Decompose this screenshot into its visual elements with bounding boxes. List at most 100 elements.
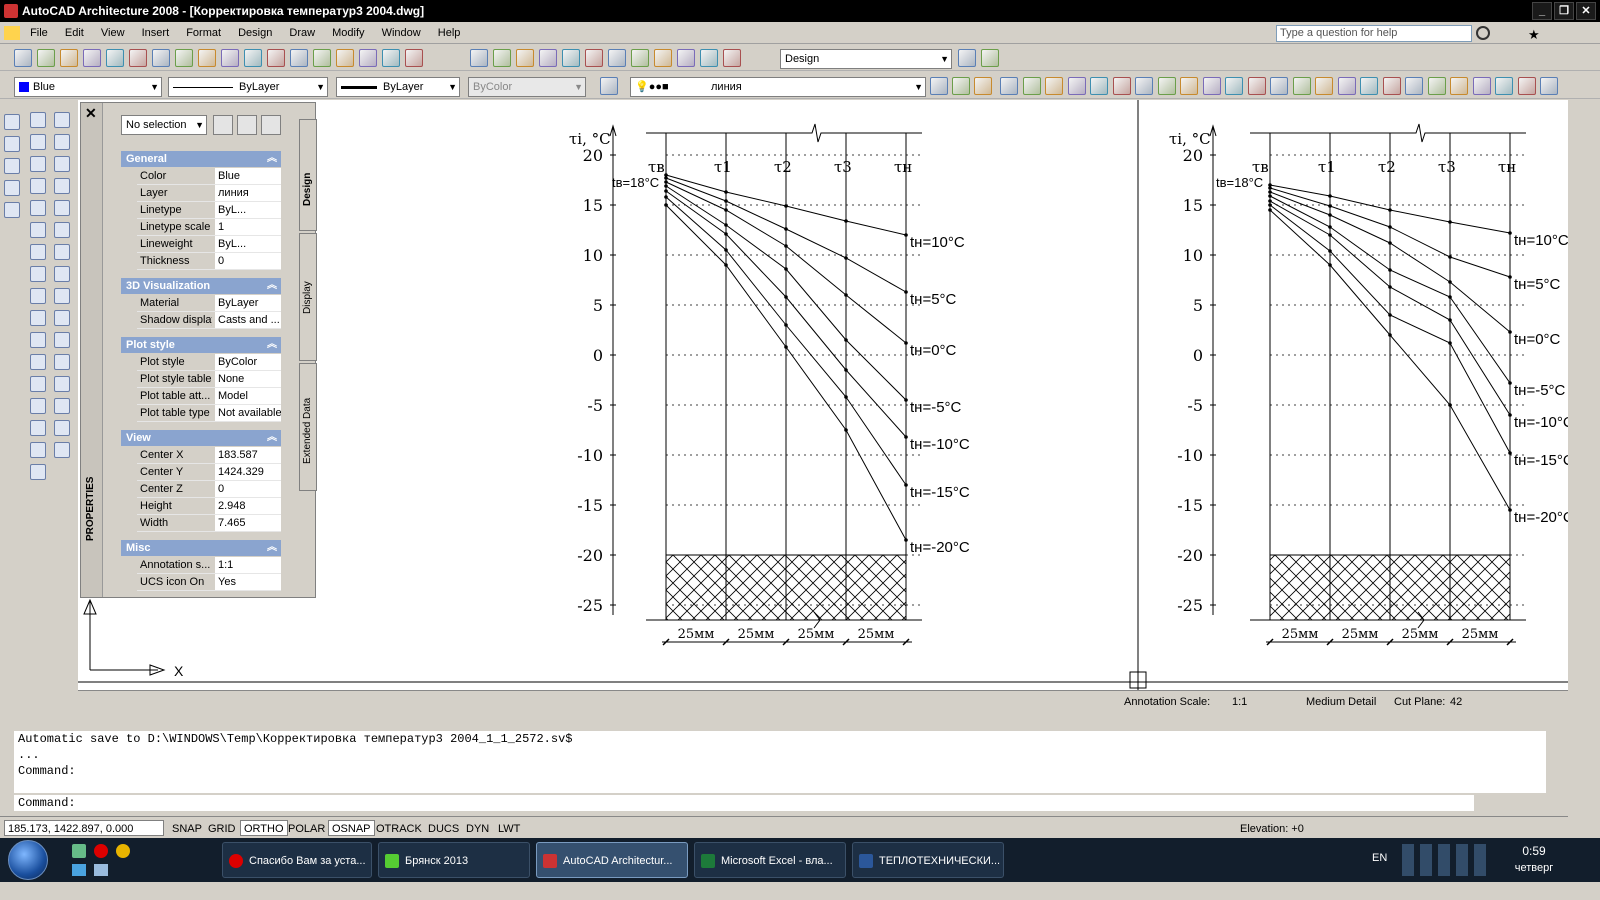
- toolbar-tool-icon[interactable]: [313, 49, 331, 67]
- draw-tool-icon[interactable]: [30, 156, 46, 172]
- layer-tool-icon[interactable]: [952, 77, 970, 95]
- quick-select-icon[interactable]: [213, 115, 233, 135]
- dimension-tool-icon[interactable]: [1112, 77, 1131, 95]
- toolbar-tool-icon[interactable]: [585, 49, 603, 67]
- modify-tool-icon[interactable]: [54, 178, 70, 194]
- toolbar-tool-icon[interactable]: [290, 49, 308, 67]
- desktop-icon[interactable]: [72, 864, 86, 876]
- snap-toggle[interactable]: SNAP: [168, 820, 206, 836]
- tab-extended-data[interactable]: Extended Data: [299, 363, 317, 491]
- toolbar-tool-icon[interactable]: [106, 49, 124, 67]
- toolbar-tool-icon[interactable]: [60, 49, 78, 67]
- dimension-tool-icon[interactable]: [1247, 77, 1266, 95]
- lwt-toggle[interactable]: LWT: [494, 820, 524, 836]
- toolbar-tool-icon[interactable]: [359, 49, 377, 67]
- annotation-scale-value[interactable]: 1:1: [1232, 696, 1247, 708]
- property-value[interactable]: 2.948: [215, 498, 281, 514]
- modify-tool-icon[interactable]: [54, 376, 70, 392]
- dimension-tool-icon[interactable]: [1450, 77, 1468, 95]
- menu-window[interactable]: Window: [375, 22, 428, 44]
- dyn-toggle[interactable]: DYN: [462, 820, 493, 836]
- property-row[interactable]: Color Blue: [137, 168, 281, 185]
- menu-draw[interactable]: Draw: [282, 22, 322, 44]
- linetype-select[interactable]: ByLayer ▼: [168, 77, 328, 97]
- tab-design[interactable]: Design: [299, 119, 317, 231]
- task-excel[interactable]: Microsoft Excel - вла...: [694, 842, 846, 878]
- modify-tool-icon[interactable]: [54, 244, 70, 260]
- close-button[interactable]: ✕: [1576, 2, 1596, 20]
- dimension-tool-icon[interactable]: [1517, 77, 1536, 95]
- draw-tool-icon[interactable]: [30, 244, 46, 260]
- modify-tool-icon[interactable]: [54, 200, 70, 216]
- layer-tool-icon[interactable]: [930, 77, 948, 95]
- toolbar-tool-icon[interactable]: [631, 49, 649, 67]
- property-value[interactable]: 7.465: [215, 515, 281, 531]
- task-word[interactable]: ТЕПЛОТЕХНИЧЕСКИ...: [852, 842, 1004, 878]
- dimension-tool-icon[interactable]: [1135, 77, 1153, 95]
- dimension-tool-icon[interactable]: [1225, 77, 1243, 95]
- search-icon[interactable]: [1476, 26, 1490, 40]
- modify-tool-icon[interactable]: [54, 222, 70, 238]
- dimension-tool-icon[interactable]: [1270, 77, 1288, 95]
- draw-tool-icon[interactable]: [30, 222, 46, 238]
- property-value[interactable]: ByL...: [215, 236, 281, 252]
- property-value[interactable]: None: [215, 371, 281, 387]
- property-value[interactable]: ByL...: [215, 202, 281, 218]
- property-row[interactable]: Layer линия: [137, 185, 281, 202]
- osnap-toggle[interactable]: OSNAP: [328, 820, 375, 836]
- draw-tool-icon[interactable]: [30, 310, 46, 326]
- view-tool-icon[interactable]: [4, 180, 20, 196]
- dimension-tool-icon[interactable]: [1382, 77, 1401, 95]
- toolbar-tool-icon[interactable]: [382, 49, 400, 67]
- property-value[interactable]: 0: [215, 481, 281, 497]
- language-indicator[interactable]: EN: [1372, 852, 1387, 864]
- property-row[interactable]: Thickness 0: [137, 253, 281, 270]
- toolbar-tool-icon[interactable]: [405, 49, 423, 67]
- toolbar-tool-icon[interactable]: [677, 49, 695, 67]
- draw-tool-icon[interactable]: [30, 266, 46, 282]
- view-tool-icon[interactable]: [4, 136, 20, 152]
- toolbar-tool-icon[interactable]: [37, 49, 55, 67]
- color-select[interactable]: Blue ▼: [14, 77, 162, 97]
- toolbar-tool-icon[interactable]: [14, 49, 32, 67]
- modify-tool-icon[interactable]: [54, 420, 70, 436]
- selection-select[interactable]: No selection ▼: [121, 115, 207, 135]
- minimize-button[interactable]: _: [1532, 2, 1552, 20]
- toolbar-tool-icon[interactable]: [723, 49, 741, 67]
- toolbar-tool-icon[interactable]: [83, 49, 101, 67]
- menu-file[interactable]: File: [23, 22, 55, 44]
- task-autocad[interactable]: AutoCAD Architectur...: [536, 842, 688, 878]
- draw-tool-icon[interactable]: [30, 112, 46, 128]
- property-row[interactable]: Height 2.948: [137, 498, 281, 515]
- dimension-tool-icon[interactable]: [1427, 77, 1446, 95]
- chrome-icon[interactable]: [116, 844, 130, 858]
- dimension-tool-icon[interactable]: [1360, 77, 1378, 95]
- property-value[interactable]: 1: [215, 219, 281, 235]
- layer-manager-icon[interactable]: [600, 77, 618, 95]
- view-tool-icon[interactable]: [4, 202, 20, 218]
- filter-icon[interactable]: [261, 115, 281, 135]
- property-value[interactable]: ByColor: [215, 354, 281, 370]
- app-icon[interactable]: [94, 864, 108, 876]
- collapse-icon[interactable]: ︽: [267, 278, 277, 294]
- toolbar-tool-icon[interactable]: [562, 49, 580, 67]
- cut-plane-value[interactable]: 42: [1450, 696, 1462, 708]
- select-objects-icon[interactable]: [237, 115, 257, 135]
- dimension-tool-icon[interactable]: [1000, 77, 1018, 95]
- section-3d-visualization[interactable]: 3D Visualization ︽: [121, 278, 281, 294]
- dimension-tool-icon[interactable]: [1157, 77, 1176, 95]
- toolbar-tool-icon[interactable]: [493, 49, 511, 67]
- draw-tool-icon[interactable]: [30, 398, 46, 414]
- property-value[interactable]: Casts and ...: [215, 312, 281, 328]
- menu-design[interactable]: Design: [231, 22, 279, 44]
- vertical-scrollbar[interactable]: [1568, 100, 1600, 838]
- dimension-tool-icon[interactable]: [1067, 77, 1086, 95]
- property-row[interactable]: Plot table type Not available: [137, 405, 281, 422]
- modify-tool-icon[interactable]: [54, 288, 70, 304]
- toolbar-tool-icon[interactable]: [267, 49, 285, 67]
- property-row[interactable]: Shadow display Casts and ...: [137, 312, 281, 329]
- toolbar-tool-icon[interactable]: [198, 49, 216, 67]
- property-value[interactable]: Not available: [215, 405, 281, 421]
- dimension-tool-icon[interactable]: [1045, 77, 1063, 95]
- property-row[interactable]: Center X 183.587: [137, 447, 281, 464]
